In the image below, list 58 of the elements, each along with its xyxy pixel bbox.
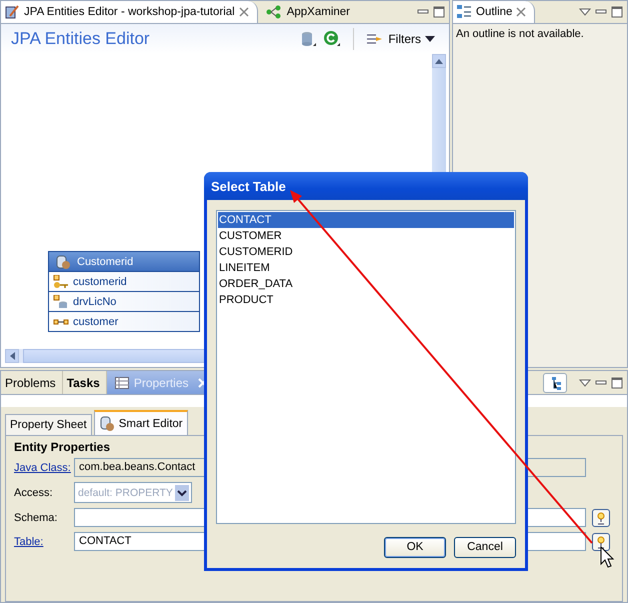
entity-card[interactable]: Customerid customerid drvLicNo customer	[48, 251, 200, 332]
entity-icon	[55, 254, 71, 270]
close-icon[interactable]	[516, 7, 526, 17]
scroll-left-icon[interactable]	[9, 352, 15, 360]
maximize-icon[interactable]	[611, 376, 623, 388]
dialog-title: Select Table	[204, 172, 528, 200]
browse-button[interactable]	[592, 508, 610, 526]
maximize-icon[interactable]	[433, 6, 445, 18]
key-icon	[53, 274, 69, 288]
editor-icon	[4, 4, 20, 20]
entity-name: Customerid	[77, 256, 134, 268]
property-tab[interactable]: Smart Editor	[94, 410, 188, 435]
table-icon	[114, 376, 129, 388]
field-label: Access:	[14, 486, 54, 498]
entity-field[interactable]: customer	[49, 311, 199, 331]
dropdown-icon	[425, 36, 435, 42]
bulb-icon	[596, 534, 606, 548]
database-icon[interactable]	[299, 30, 318, 48]
editor-tab[interactable]: JPA Entities Editor - workshop-jpa-tutorial	[1, 1, 258, 23]
field-link[interactable]: Table:	[14, 536, 74, 548]
entity-field[interactable]: drvLicNo	[49, 291, 199, 311]
list-item[interactable]: CUSTOMERID	[218, 244, 514, 260]
entity-field[interactable]: customerid	[49, 271, 199, 291]
cursor-icon	[600, 546, 614, 568]
flow-icon	[264, 5, 283, 19]
list-item[interactable]: LINEITEM	[218, 260, 514, 276]
bulb-icon	[596, 510, 606, 524]
dropdown-icon	[175, 484, 189, 500]
close-icon[interactable]	[238, 7, 249, 17]
maximize-icon[interactable]	[611, 6, 623, 18]
outline-message: An outline is not available.	[456, 28, 584, 40]
field-label: Schema:	[14, 512, 58, 524]
view-menu-icon[interactable]	[579, 8, 591, 16]
ok-button[interactable]: OK	[384, 536, 446, 558]
entity-icon	[98, 416, 115, 432]
property-tab[interactable]: Property Sheet	[5, 414, 92, 435]
field-link[interactable]: Java Class:	[14, 462, 74, 474]
view-menu-icon[interactable]	[579, 378, 591, 386]
outline-tab[interactable]: Outline	[453, 1, 536, 23]
section-title: Entity Properties	[14, 440, 112, 454]
outline-icon	[456, 4, 472, 20]
editor-tab[interactable]: AppXaminer	[262, 1, 358, 23]
table-list[interactable]: CONTACT CUSTOMER CUSTOMERID LINEITEM ORDER_DATA PRODUCT	[216, 210, 516, 524]
browse-button[interactable]	[592, 532, 610, 550]
refresh-icon[interactable]	[323, 30, 342, 48]
list-item[interactable]: ORDER_DATA	[218, 276, 514, 292]
view-tab[interactable]: Problems	[1, 371, 63, 394]
list-item[interactable]: PRODUCT	[218, 292, 514, 308]
editor-title: JPA Entities Editor	[11, 29, 150, 49]
filters-button[interactable]: Filters	[366, 31, 445, 47]
minimize-icon[interactable]	[595, 378, 607, 388]
tree-icon	[551, 376, 563, 390]
tree-view-button[interactable]	[543, 372, 567, 392]
cancel-button[interactable]: Cancel	[454, 536, 516, 558]
scroll-up-icon[interactable]	[435, 58, 443, 64]
column-icon	[53, 294, 69, 308]
list-item[interactable]: CONTACT	[218, 212, 514, 228]
list-item[interactable]: CUSTOMER	[218, 228, 514, 244]
